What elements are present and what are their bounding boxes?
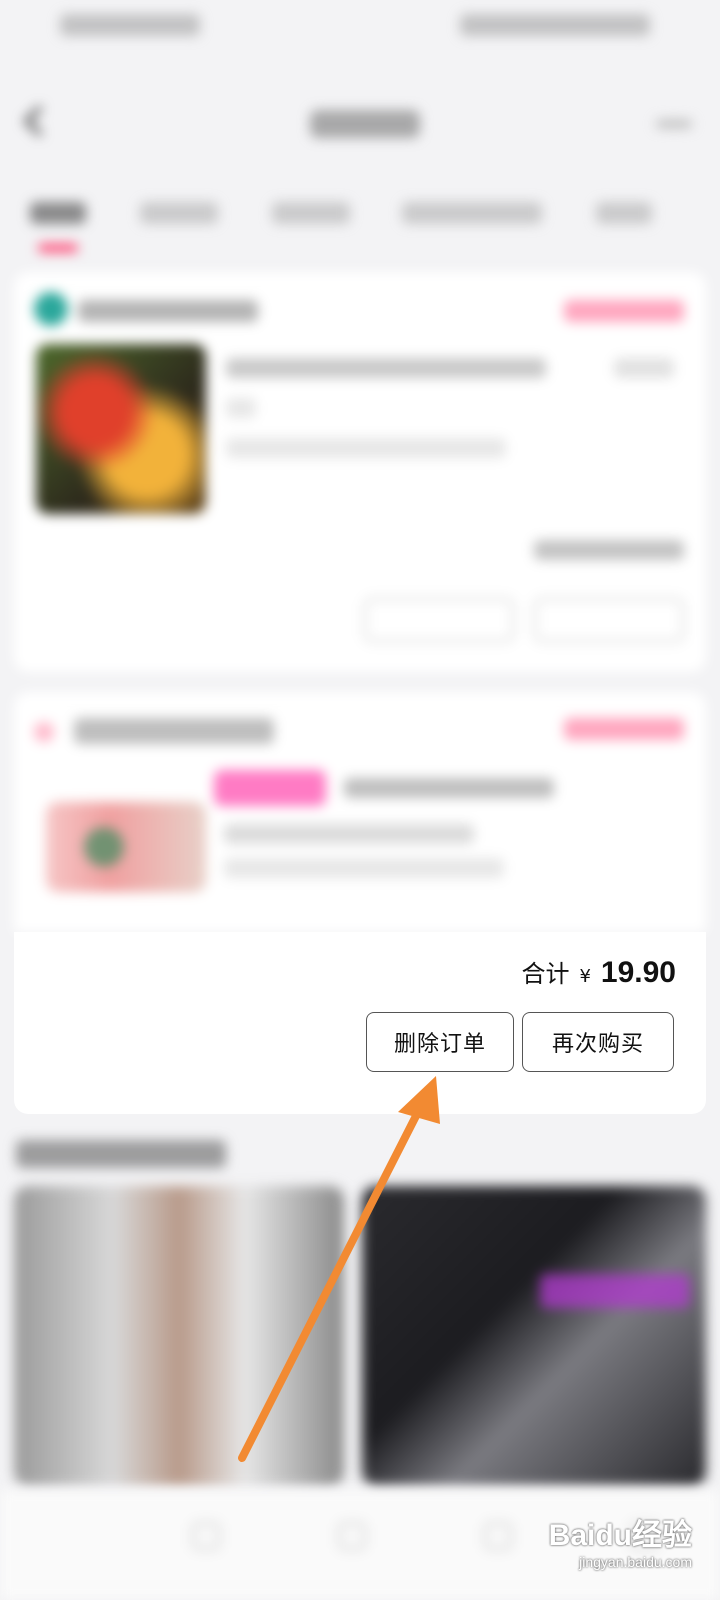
order-status [564, 718, 684, 740]
nav-bar [0, 100, 720, 150]
tab-2[interactable] [140, 202, 218, 224]
tab-all[interactable] [30, 202, 86, 224]
status-bar [60, 14, 650, 40]
recommended-product-2-banner [540, 1274, 690, 1308]
product-title [226, 358, 546, 378]
total-amount: 19.90 [600, 956, 676, 989]
product-spec [224, 824, 474, 844]
product-title [344, 778, 554, 798]
baidu-watermark: Baidu经验 jingyan.baidu.com [549, 1510, 692, 1570]
order-actions: 删除订单 再次购买 [14, 1012, 706, 1114]
status-bar-right [460, 14, 650, 36]
shop-logo [34, 292, 68, 326]
order-total-row: 合计 ¥ 19.90 [14, 932, 706, 1012]
tab-cart-icon[interactable] [484, 1522, 512, 1550]
watermark-url: jingyan.baidu.com [579, 1554, 692, 1570]
product-price [614, 358, 674, 378]
tab-category-icon[interactable] [338, 1522, 366, 1550]
product-thumbnail[interactable] [46, 802, 206, 892]
order-card-1[interactable] [14, 272, 706, 672]
page-title [310, 110, 420, 138]
order-action-button-2[interactable] [534, 598, 684, 642]
order-card-2-top[interactable] [14, 692, 706, 932]
order-total [534, 540, 684, 560]
product-spec [226, 398, 256, 418]
tab-5[interactable] [596, 202, 652, 224]
tab-3[interactable] [272, 202, 350, 224]
order-tabs [0, 196, 720, 256]
order-status [564, 300, 684, 322]
tab-4[interactable] [402, 202, 542, 224]
shop-name[interactable] [74, 718, 274, 744]
buy-again-button[interactable]: 再次购买 [522, 1012, 674, 1072]
blurred-order-list-area [0, 0, 720, 932]
order-total: 合计 ¥ 19.90 [521, 954, 676, 990]
product-note [224, 858, 504, 878]
shop-icon [34, 722, 54, 742]
more-icon[interactable] [656, 120, 692, 128]
shop-name[interactable] [78, 300, 258, 322]
recommended-product-2[interactable] [362, 1186, 706, 1486]
watermark-logo-text: Baidu经验 [548, 1519, 692, 1552]
product-note [226, 438, 506, 458]
delete-order-button[interactable]: 删除订单 [366, 1012, 514, 1072]
currency-symbol: ¥ [579, 966, 591, 987]
back-arrow-icon[interactable] [23, 105, 55, 137]
product-thumbnail[interactable] [36, 344, 206, 514]
order-action-button-1[interactable] [364, 598, 514, 642]
total-label: 合计 [521, 960, 570, 988]
shop-header [34, 292, 684, 328]
recommended-product-1[interactable] [14, 1186, 344, 1486]
active-tab-indicator [38, 244, 78, 252]
product-thumbnail-detail [84, 827, 124, 867]
tab-home-icon[interactable] [192, 1522, 220, 1550]
promo-tag [214, 770, 326, 806]
status-bar-left [60, 14, 200, 36]
recommendations-title [16, 1140, 226, 1168]
